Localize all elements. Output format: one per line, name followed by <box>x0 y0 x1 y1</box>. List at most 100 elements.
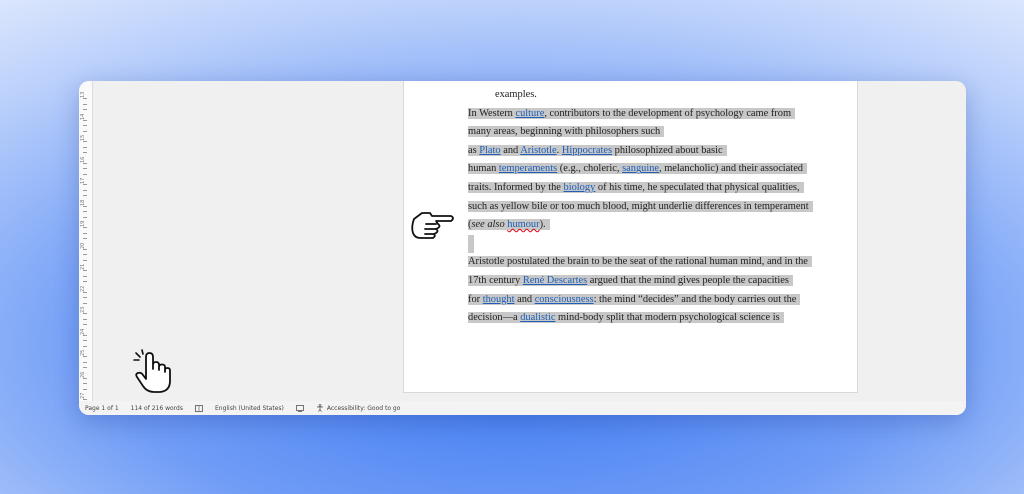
hyperlink[interactable]: consciousness <box>535 294 594 305</box>
ruler-tick <box>83 146 87 148</box>
selected-text: 17th century René Descartes argued that … <box>468 274 793 286</box>
ruler-number: 20 <box>80 242 86 249</box>
text-run: : the mind “decides” and the body carrie… <box>593 293 797 305</box>
ruler-tick <box>83 173 87 175</box>
hyperlink[interactable]: humour <box>507 219 539 230</box>
text-run: many areas, beginning with philosophers … <box>468 126 661 138</box>
text-run: argued that the mind gives people the ca… <box>587 274 789 286</box>
hand-pointing-right-icon <box>411 212 454 239</box>
ruler-number: 26 <box>80 371 86 378</box>
ruler-tick <box>83 168 87 170</box>
ruler-number: 18 <box>80 199 86 206</box>
word-window: 13 14 15 16 17 18 19 20 21 22 23 24 25 26 27 examples.… <box>79 81 966 415</box>
hyperlink[interactable]: thought <box>483 294 515 305</box>
hyperlink[interactable]: biology <box>564 182 596 193</box>
ruler-tick <box>83 189 87 191</box>
selected-text: Aristotle postulated the brain to be the… <box>468 256 812 268</box>
hyperlink[interactable]: culture <box>515 108 544 119</box>
language-status[interactable]: English (United States) <box>215 405 284 412</box>
document-line[interactable]: many areas, beginning with philosophers … <box>468 123 828 142</box>
text-run: 17th century <box>468 274 523 286</box>
ruler-tick <box>83 211 87 213</box>
focus-mode[interactable] <box>295 404 304 412</box>
document-line[interactable]: In Western culture, contributors to the … <box>468 105 828 124</box>
ruler-tick <box>83 216 87 218</box>
text-run: , melancholic) and their associated <box>659 163 803 175</box>
text-run: decision—a <box>468 312 521 324</box>
text-run: traits. Informed by the <box>468 181 564 193</box>
text-run: and <box>500 144 521 156</box>
document-line[interactable]: (see also humour). <box>468 216 828 235</box>
selected-text: many areas, beginning with philosophers … <box>468 126 665 138</box>
selected-text: decision—a dualistic mind-body split tha… <box>468 312 784 324</box>
document-line[interactable]: such as yellow bile or too much blood, m… <box>468 198 828 217</box>
ruler-number: 23 <box>80 306 86 313</box>
hyperlink[interactable]: sanguine <box>622 163 659 174</box>
document-line[interactable]: as Plato and Aristotle. Hippocrates phil… <box>468 142 828 161</box>
ruler-tick <box>83 340 87 342</box>
ruler-number: 16 <box>80 156 86 163</box>
text-run: (e.g., choleric, <box>557 163 623 175</box>
ruler-number: 19 <box>80 220 86 227</box>
ruler-tick <box>83 345 87 347</box>
text-run: Aristotle postulated the brain to be the… <box>468 256 808 268</box>
text-run: and <box>514 293 535 305</box>
document-body[interactable]: examples. In Western culture, contributor… <box>468 86 828 328</box>
ruler-tick <box>83 377 87 379</box>
accessibility-icon <box>316 404 323 412</box>
hyperlink[interactable]: Hippocrates <box>562 145 612 156</box>
text-run: examples. <box>495 89 537 100</box>
blank-line[interactable] <box>468 234 828 254</box>
hyperlink[interactable]: temperaments <box>499 163 557 174</box>
accessibility-status[interactable]: Accessibility: Good to go <box>316 404 400 412</box>
display-settings-icon <box>295 404 304 412</box>
line-text: examples. <box>495 89 537 100</box>
selected-text: as Plato and Aristotle. Hippocrates phil… <box>468 144 727 156</box>
document-line[interactable]: decision—a dualistic mind-body split tha… <box>468 309 828 328</box>
ruler-tick <box>83 281 87 283</box>
ruler-number: 24 <box>80 328 86 335</box>
ruler-tick <box>83 254 87 256</box>
ruler-tick <box>83 125 87 127</box>
document-line[interactable]: Aristotle postulated the brain to be the… <box>468 253 828 272</box>
ruler-tick <box>83 248 87 250</box>
document-line[interactable]: human temperaments (e.g., choleric, sang… <box>468 160 828 179</box>
hyperlink[interactable]: dualistic <box>520 312 555 323</box>
ruler-tick <box>83 356 87 358</box>
ruler-tick <box>83 227 87 229</box>
text-run: such as yellow bile or too much blood, m… <box>468 200 809 212</box>
selected-text: (see also humour). <box>468 219 550 231</box>
word-count[interactable]: 114 of 216 words <box>131 405 183 412</box>
selected-text: such as yellow bile or too much blood, m… <box>468 200 813 212</box>
ruler-number: 13 <box>80 91 86 98</box>
word-count-label: 114 of 216 words <box>130 404 183 412</box>
proofing-status[interactable] <box>195 404 203 412</box>
status-bar: Page 1 of 1 114 of 216 words English (Un… <box>79 401 966 415</box>
text-run: In Western <box>468 107 516 119</box>
ruler-number: 17 <box>80 177 86 184</box>
hyperlink[interactable]: Plato <box>479 145 500 156</box>
document-line[interactable]: traits. Informed by the biology of his t… <box>468 179 828 198</box>
ruler-tick <box>83 361 87 363</box>
ruler-tick <box>83 334 87 336</box>
document-page[interactable]: examples. In Western culture, contributor… <box>403 81 858 393</box>
ruler-tick <box>83 275 87 277</box>
page-count[interactable]: Page 1 of 1 <box>85 405 119 412</box>
text-run: for <box>468 293 483 305</box>
ruler-number: 22 <box>80 285 86 292</box>
ruler-tick <box>83 238 87 240</box>
ruler-tick <box>83 324 87 326</box>
ruler-tick <box>83 383 87 385</box>
ruler-tick <box>83 388 87 390</box>
text-run: mind-body split that modern psychologica… <box>555 312 780 324</box>
hyperlink[interactable]: René Descartes <box>523 275 587 286</box>
ruler-tick <box>83 205 87 207</box>
hyperlink[interactable]: Aristotle <box>520 145 556 156</box>
document-line[interactable]: for thought and consciousness: the mind … <box>468 291 828 310</box>
document-line[interactable]: 17th century René Descartes argued that … <box>468 272 828 291</box>
ruler-number: 21 <box>80 263 86 270</box>
document-line[interactable]: examples. <box>468 86 828 105</box>
text-run: philosophized about basic <box>612 144 723 156</box>
vertical-ruler[interactable]: 13 14 15 16 17 18 19 20 21 22 23 24 25 26 27 <box>79 81 93 412</box>
ruler-tick <box>83 291 87 293</box>
